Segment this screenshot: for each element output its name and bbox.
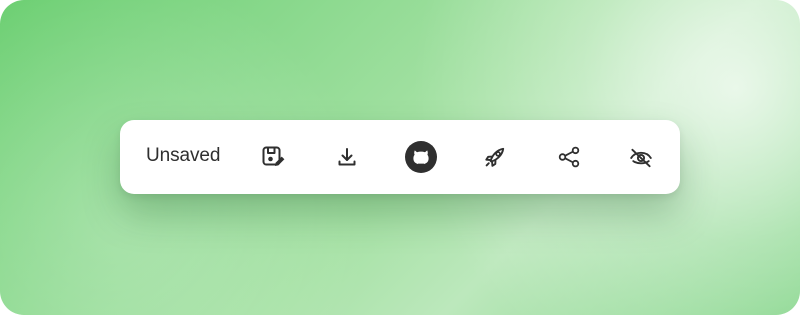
- download-icon: [335, 145, 359, 169]
- github-icon: [404, 140, 438, 174]
- save-status-label: Unsaved: [146, 145, 221, 166]
- rocket-icon: [482, 144, 508, 170]
- download-button[interactable]: [328, 138, 366, 176]
- launch-button[interactable]: [476, 138, 514, 176]
- share-icon: [556, 144, 582, 170]
- app-background: Unsaved: [0, 0, 800, 315]
- share-button[interactable]: [550, 138, 588, 176]
- floating-toolbar: Unsaved: [120, 120, 680, 194]
- edit-save-icon: [260, 144, 286, 170]
- hide-button[interactable]: [622, 138, 660, 176]
- eye-off-icon: [627, 143, 655, 171]
- save-edit-button[interactable]: [254, 138, 292, 176]
- github-button[interactable]: [402, 138, 440, 176]
